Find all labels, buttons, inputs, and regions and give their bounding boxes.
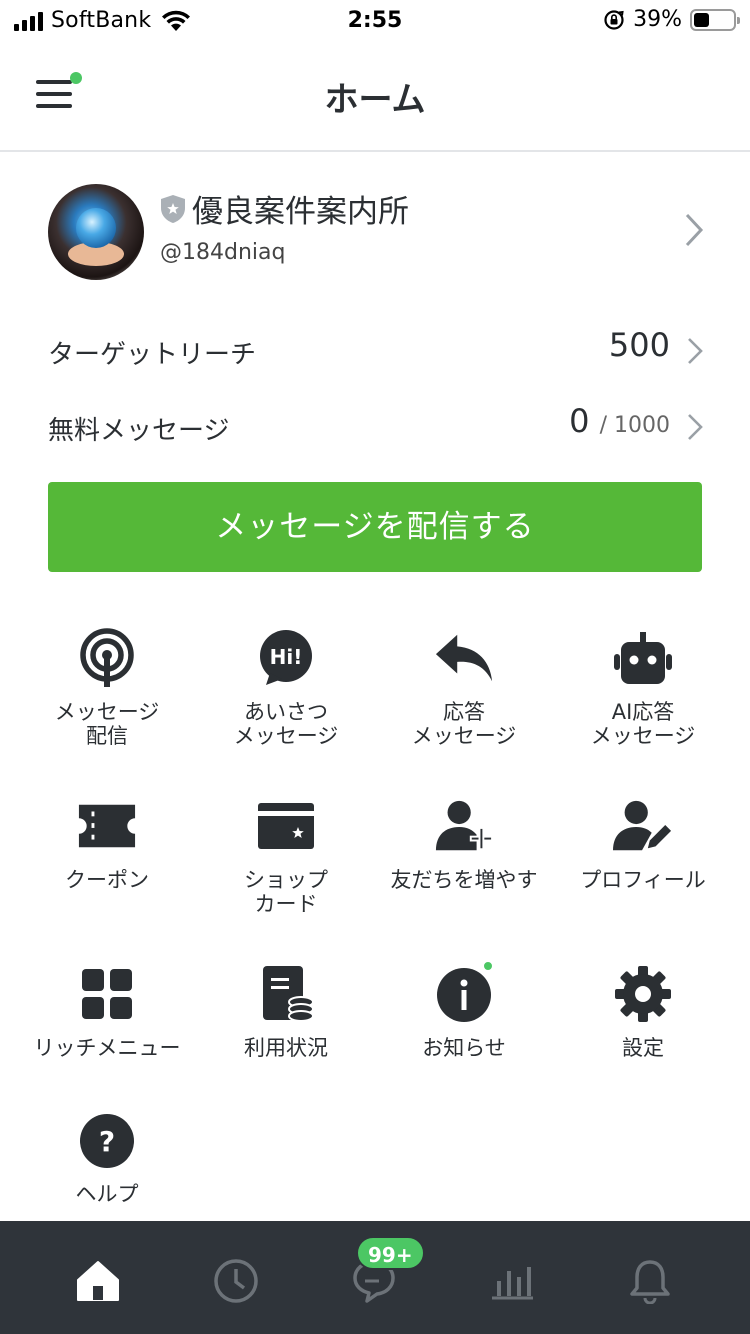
menu-item-coupon[interactable]: クーポン [18, 790, 196, 940]
svg-text:?: ? [99, 1125, 115, 1158]
bell-icon [630, 1260, 670, 1304]
menu-label: AI応答 メッセージ [590, 700, 696, 748]
shop-card-icon [256, 796, 316, 856]
menu-item-auto-reply[interactable]: 応答 メッセージ [375, 622, 553, 772]
tab-timeline[interactable] [206, 1251, 266, 1311]
status-right: 39% [603, 7, 740, 32]
chat-unread-badge: 99+ [356, 1236, 425, 1270]
menu-label: 設定 [622, 1036, 664, 1060]
menu-item-settings[interactable]: 設定 [554, 958, 732, 1108]
menu-item-rich-menu[interactable]: リッチメニュー [18, 958, 196, 1108]
menu-item-broadcast[interactable]: メッセージ 配信 [18, 622, 196, 772]
free-messages-label: 無料メッセージ [48, 416, 230, 446]
home-icon [77, 1261, 119, 1301]
battery-percent: 39% [633, 7, 682, 32]
news-notification-dot [482, 960, 494, 972]
bottom-tab-bar: 99+ [0, 1221, 750, 1334]
chevron-right-icon [688, 414, 703, 440]
hi-bubble-icon: Hi! [256, 628, 316, 688]
coupon-icon [77, 796, 137, 856]
help-icon: ? [77, 1110, 137, 1170]
info-icon [434, 960, 494, 1024]
rotation-lock-icon [604, 9, 624, 30]
menu-item-news[interactable]: お知らせ [375, 958, 553, 1108]
target-reach-label: ターゲットリーチ [48, 340, 257, 370]
account-name: 優良案件案内所 [192, 194, 409, 230]
tab-insights[interactable] [482, 1251, 542, 1311]
battery-level [694, 12, 709, 27]
account-id: @184dniaq [160, 240, 286, 265]
menu-item-usage[interactable]: 利用状況 [197, 958, 375, 1108]
free-messages-value: 0 / 1000 [569, 402, 670, 440]
tab-home[interactable] [68, 1251, 128, 1311]
shield-badge-icon [161, 195, 185, 223]
menu-label: お知らせ [422, 1036, 506, 1060]
free-messages-used: 0 [569, 402, 590, 440]
stats-icon [492, 1267, 533, 1300]
avatar [48, 184, 144, 280]
account-profile-row[interactable]: 優良案件案内所 @184dniaq [48, 182, 708, 282]
menu-label: 利用状況 [244, 1036, 328, 1060]
usage-icon [256, 964, 316, 1024]
menu-item-profile[interactable]: プロフィール [554, 790, 732, 940]
menu-label: 応答 メッセージ [411, 700, 517, 748]
menu-item-shop-card[interactable]: ショップ カード [197, 790, 375, 940]
target-reach-value: 500 [608, 326, 670, 364]
reply-icon [434, 628, 494, 688]
target-reach-row[interactable]: ターゲットリーチ 500 [48, 326, 704, 376]
free-messages-limit: / 1000 [599, 413, 670, 438]
gear-icon [613, 964, 673, 1024]
clock-icon [214, 1259, 258, 1303]
menu-label: プロフィール [580, 868, 706, 892]
menu-item-greeting[interactable]: Hi! あいさつ メッセージ [197, 622, 375, 772]
menu-label: メッセージ 配信 [54, 700, 160, 748]
menu-label: クーポン [65, 868, 149, 892]
menu-label: ショップ カード [244, 868, 328, 916]
svg-text:Hi!: Hi! [270, 645, 303, 669]
profile-edit-icon [613, 796, 673, 856]
menu-item-ai-reply[interactable]: AI応答 メッセージ [554, 622, 732, 772]
menu-label: ヘルプ [75, 1182, 139, 1206]
menu-label: あいさつ メッセージ [233, 700, 339, 748]
rich-menu-icon [77, 964, 137, 1024]
tab-notifications[interactable] [620, 1251, 680, 1311]
menu-label: 友だちを増やす [390, 868, 538, 892]
menu-item-add-friends[interactable]: 友だちを増やす [375, 790, 553, 940]
status-bar: SoftBank 2:55 39% [0, 0, 750, 42]
page-title: ホーム [324, 80, 426, 120]
chevron-right-icon [688, 338, 703, 364]
broadcast-message-button[interactable]: メッセージを配信する [48, 482, 702, 572]
broadcast-icon [77, 628, 137, 688]
add-friend-icon [434, 796, 494, 856]
free-messages-row[interactable]: 無料メッセージ 0 / 1000 [48, 402, 704, 452]
app-header: ホーム [0, 42, 750, 152]
robot-icon [613, 628, 673, 688]
battery-icon [690, 8, 740, 31]
chevron-right-icon [685, 213, 704, 247]
menu-label: リッチメニュー [33, 1036, 181, 1060]
